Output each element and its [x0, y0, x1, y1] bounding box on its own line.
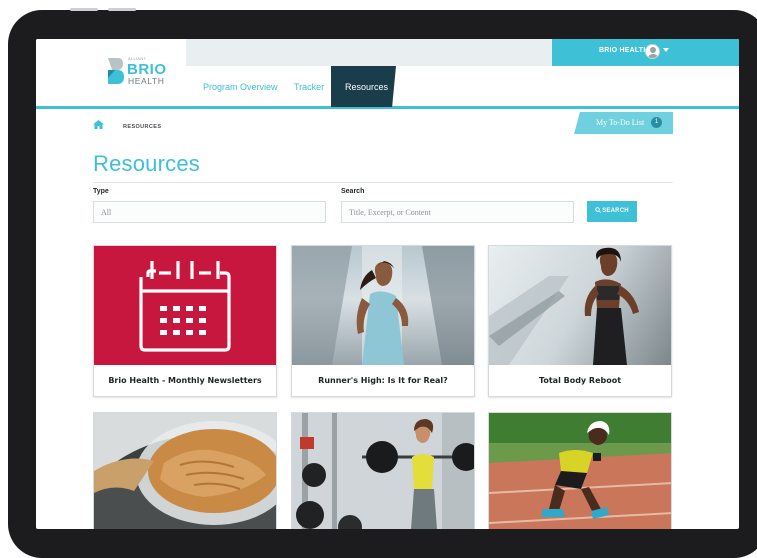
type-label: Type [93, 188, 109, 195]
volume-button [70, 8, 98, 11]
resource-card[interactable] [93, 412, 277, 529]
card-title[interactable]: Brio Health - Monthly Newsletters [94, 365, 276, 397]
card-thumbnail [94, 246, 276, 365]
fitness-photo [489, 246, 671, 365]
resource-card[interactable] [488, 412, 672, 529]
nav-program-overview[interactable]: Program Overview [203, 82, 278, 92]
search-label: Search [341, 188, 365, 195]
chevron-down-icon[interactable] [663, 48, 669, 52]
user-name[interactable]: BRIO HEALTH [599, 47, 649, 54]
card-title[interactable]: Total Body Reboot [489, 365, 671, 397]
nav-tracker[interactable]: Tracker [294, 82, 324, 92]
nav-resources[interactable]: Resources [345, 82, 388, 92]
screen: BRIO HEALTH ALLIANT BRIO HEALTH Program … [36, 39, 739, 529]
track-runner-photo [489, 413, 671, 529]
page-title: Resources [93, 151, 200, 176]
brio-logo-mark-icon [108, 58, 124, 84]
logo-sub-text: HEALTH [128, 76, 165, 86]
todo-list-label[interactable]: My To-Do List [596, 118, 644, 127]
runner-photo-scene [292, 246, 474, 365]
search-button[interactable]: SEARCH [587, 201, 637, 222]
fitness-photo-scene [489, 247, 639, 365]
search-icon [595, 207, 602, 213]
calendar-icon [139, 261, 231, 352]
search-input[interactable]: Title, Excerpt, or Content [341, 201, 574, 223]
weightlifting-photo [292, 413, 474, 529]
peanut-butter-photo [94, 413, 276, 529]
volume-button [108, 8, 136, 11]
resource-card[interactable]: Runner's High: Is It for Real? [291, 245, 475, 397]
brio-health-logo[interactable]: ALLIANT BRIO HEALTH [106, 54, 176, 90]
runner-photo [292, 246, 474, 365]
search-button-label: SEARCH [602, 208, 629, 214]
resource-card[interactable] [291, 412, 475, 529]
type-select[interactable]: All [93, 201, 326, 223]
avatar-icon[interactable] [645, 44, 660, 59]
title-divider [93, 182, 673, 183]
card-title[interactable]: Runner's High: Is It for Real? [292, 365, 474, 397]
home-icon[interactable] [93, 120, 104, 129]
resource-card[interactable]: Brio Health - Monthly Newsletters [93, 245, 277, 397]
site-header: BRIO HEALTH ALLIANT BRIO HEALTH Program … [36, 39, 739, 109]
resource-card[interactable]: Total Body Reboot [488, 245, 672, 397]
todo-count-badge[interactable]: 1 [651, 117, 662, 128]
breadcrumb-current: RESOURCES [123, 124, 162, 130]
